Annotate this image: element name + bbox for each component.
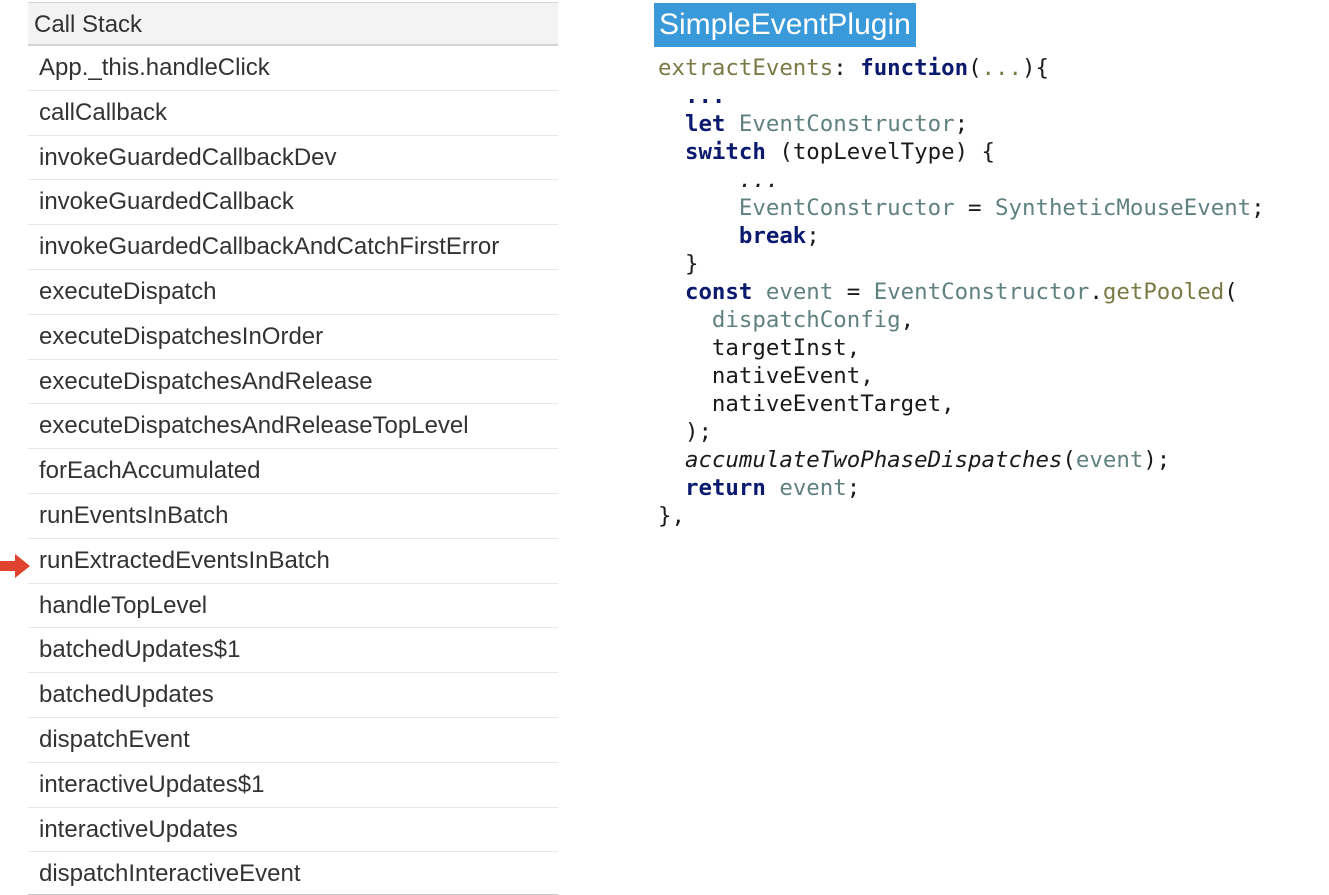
code-line: EventConstructor = SyntheticMouseEvent; bbox=[658, 194, 1265, 222]
code-token: event bbox=[779, 475, 847, 501]
call-stack-frame[interactable]: handleTopLevel bbox=[28, 584, 558, 629]
current-frame-arrow-icon bbox=[0, 554, 30, 578]
code-token: const bbox=[684, 279, 753, 305]
call-stack-frame[interactable]: executeDispatch bbox=[28, 270, 558, 315]
code-token: ){ bbox=[1022, 55, 1049, 81]
code-line: targetInst, bbox=[658, 334, 1265, 362]
call-stack-frame[interactable]: runEventsInBatch bbox=[28, 494, 558, 539]
code-token: = bbox=[954, 195, 996, 221]
code-line: }, bbox=[658, 502, 1265, 530]
code-token: ); bbox=[658, 419, 712, 445]
code-token: ( bbox=[968, 55, 982, 81]
code-token: targetInst, bbox=[658, 335, 861, 361]
call-stack-frame[interactable]: callCallback bbox=[28, 91, 558, 136]
code-token: dispatchConfig bbox=[711, 307, 901, 333]
code-token: accumulateTwoPhaseDispatches bbox=[684, 447, 1063, 473]
code-token: (topLevelType) { bbox=[765, 139, 996, 165]
code-token: EventConstructor bbox=[873, 279, 1090, 305]
code-token: nativeEvent, bbox=[658, 363, 874, 389]
code-block: extractEvents: function(...){ ... let Ev… bbox=[658, 54, 1265, 530]
code-token: break bbox=[738, 223, 807, 249]
code-token: event bbox=[1075, 447, 1144, 473]
call-stack-frame[interactable]: batchedUpdates bbox=[28, 673, 558, 718]
call-stack-frame[interactable]: executeDispatchesInOrder bbox=[28, 315, 558, 360]
code-line: const event = EventConstructor.getPooled… bbox=[658, 278, 1265, 306]
call-stack-frame[interactable]: interactiveUpdates$1 bbox=[28, 763, 558, 808]
code-token: ( bbox=[1224, 279, 1238, 305]
code-token: = bbox=[833, 279, 874, 305]
call-stack-frame[interactable]: forEachAccumulated bbox=[28, 449, 558, 494]
code-token: return bbox=[684, 475, 766, 501]
call-stack-frame[interactable]: dispatchEvent bbox=[28, 718, 558, 763]
code-line: nativeEventTarget, bbox=[658, 390, 1265, 418]
call-stack-frame[interactable]: executeDispatchesAndRelease bbox=[28, 360, 558, 405]
call-stack-frame-current[interactable]: runExtractedEventsInBatch bbox=[28, 539, 558, 584]
code-token: ); bbox=[1143, 447, 1171, 473]
code-token: ... bbox=[684, 83, 726, 109]
call-stack-panel: Call Stack App._this.handleClick callCall… bbox=[28, 2, 558, 895]
call-stack-list: App._this.handleClick callCallback invokeG… bbox=[28, 46, 558, 895]
code-token: nativeEventTarget, bbox=[658, 391, 955, 417]
code-token: ... bbox=[711, 167, 780, 193]
code-line: switch (topLevelType) { bbox=[658, 138, 1265, 166]
code-token: EventConstructor bbox=[738, 111, 955, 137]
call-stack-frame[interactable]: App._this.handleClick bbox=[28, 46, 558, 91]
code-line: return event; bbox=[658, 474, 1265, 502]
call-stack-frame[interactable]: batchedUpdates$1 bbox=[28, 628, 558, 674]
call-stack-frame[interactable]: invokeGuardedCallbackDev bbox=[28, 136, 558, 181]
code-line: dispatchConfig, bbox=[658, 306, 1265, 334]
code-token: let bbox=[684, 111, 726, 137]
code-token: function bbox=[860, 55, 969, 81]
code-line: extractEvents: function(...){ bbox=[658, 54, 1265, 82]
call-stack-frame[interactable]: interactiveUpdates bbox=[28, 808, 558, 853]
code-line: break; bbox=[658, 222, 1265, 250]
code-token: getPooled bbox=[1102, 279, 1225, 305]
code-token: ; bbox=[846, 475, 861, 501]
code-token: SyntheticMouseEvent bbox=[995, 195, 1252, 221]
code-token: , bbox=[900, 307, 915, 333]
code-line: } bbox=[658, 250, 1265, 278]
code-token: . bbox=[1089, 279, 1103, 305]
code-token: ; bbox=[954, 111, 969, 137]
call-stack-header: Call Stack bbox=[28, 2, 558, 46]
code-token: }, bbox=[658, 503, 685, 529]
code-token: event bbox=[765, 279, 834, 305]
plugin-title: SimpleEventPlugin bbox=[654, 3, 916, 47]
code-token: ( bbox=[1062, 447, 1076, 473]
call-stack-frame[interactable]: invokeGuardedCallback bbox=[28, 180, 558, 226]
code-token: } bbox=[658, 251, 699, 277]
code-line: ... bbox=[658, 166, 1265, 194]
code-token: extractEvents bbox=[658, 55, 834, 81]
code-line: nativeEvent, bbox=[658, 362, 1265, 390]
code-line: accumulateTwoPhaseDispatches(event); bbox=[658, 446, 1265, 474]
code-line: ); bbox=[658, 418, 1265, 446]
code-line: ... bbox=[658, 82, 1265, 110]
code-token: ... bbox=[981, 55, 1022, 81]
code-token: EventConstructor bbox=[738, 195, 955, 221]
code-token: ; bbox=[806, 223, 820, 249]
code-line: let EventConstructor; bbox=[658, 110, 1265, 138]
call-stack-frame[interactable]: invokeGuardedCallbackAndCatchFirstError bbox=[28, 225, 558, 270]
code-token: switch bbox=[684, 139, 766, 165]
call-stack-frame[interactable]: executeDispatchesAndReleaseTopLevel bbox=[28, 404, 558, 450]
code-token: ; bbox=[1251, 195, 1265, 221]
call-stack-frame[interactable]: dispatchInteractiveEvent bbox=[28, 852, 558, 895]
code-token: : bbox=[833, 55, 861, 81]
